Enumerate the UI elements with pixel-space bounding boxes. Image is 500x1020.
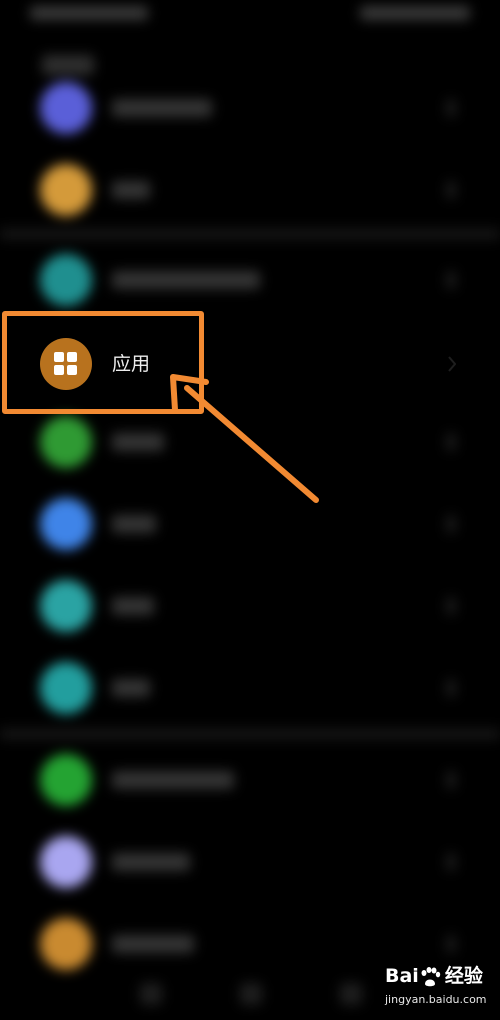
status-bar [0, 0, 500, 30]
chevron-right-icon [446, 679, 456, 697]
list-item-label-blurred [112, 181, 150, 199]
list-item-label-blurred [112, 271, 260, 289]
chevron-right-icon [446, 99, 456, 117]
settings-list-item[interactable] [0, 740, 500, 820]
list-item-label-blurred [112, 433, 164, 451]
list-item-label-blurred [112, 853, 190, 871]
settings-list-item[interactable] [0, 566, 500, 646]
baidu-jingyan-watermark: Bai 经验 jingyan.baidu.com [385, 963, 497, 1015]
app-category-icon [40, 918, 92, 970]
chevron-right-icon [446, 271, 456, 289]
chevron-right-icon [446, 771, 456, 789]
baidu-paw-icon [421, 967, 441, 987]
list-item-label-blurred [112, 771, 234, 789]
list-divider [0, 228, 500, 240]
blurred-settings-background [0, 0, 500, 1020]
settings-list-item[interactable] [0, 68, 500, 148]
list-item-label-blurred [112, 597, 154, 615]
list-item-label-blurred [112, 935, 194, 953]
list-item-label-blurred [112, 679, 150, 697]
app-category-icon [40, 580, 92, 632]
highlight-box [2, 311, 204, 414]
settings-list-item[interactable] [0, 648, 500, 728]
settings-list-item[interactable] [0, 484, 500, 564]
chevron-right-icon [446, 853, 456, 871]
chevron-right-icon [446, 433, 456, 451]
app-category-icon [40, 498, 92, 550]
status-time-blurred [30, 6, 148, 20]
status-icons-blurred [360, 6, 470, 20]
list-divider [0, 728, 500, 740]
chevron-right-icon [446, 515, 456, 533]
app-category-icon [40, 836, 92, 888]
app-category-icon [40, 82, 92, 134]
watermark-brand-prefix: Bai [385, 965, 419, 987]
watermark-brand-suffix: 经验 [444, 965, 483, 987]
app-category-icon [40, 754, 92, 806]
chevron-right-icon [446, 597, 456, 615]
app-category-icon [40, 254, 92, 306]
chevron-right-icon [448, 356, 456, 372]
nav-home-blurred[interactable] [240, 983, 262, 1005]
settings-list-item[interactable] [0, 240, 500, 320]
app-category-icon [40, 164, 92, 216]
chevron-right-icon [446, 181, 456, 199]
chevron-right-icon [446, 935, 456, 953]
app-category-icon [40, 662, 92, 714]
watermark-url: jingyan.baidu.com [385, 993, 487, 1006]
settings-list-item[interactable] [0, 822, 500, 902]
list-item-label-blurred [112, 515, 156, 533]
settings-list-item[interactable] [0, 150, 500, 230]
app-category-icon [40, 416, 92, 468]
nav-back-blurred[interactable] [140, 983, 162, 1005]
nav-recents-blurred[interactable] [340, 983, 362, 1005]
list-item-label-blurred [112, 99, 212, 117]
